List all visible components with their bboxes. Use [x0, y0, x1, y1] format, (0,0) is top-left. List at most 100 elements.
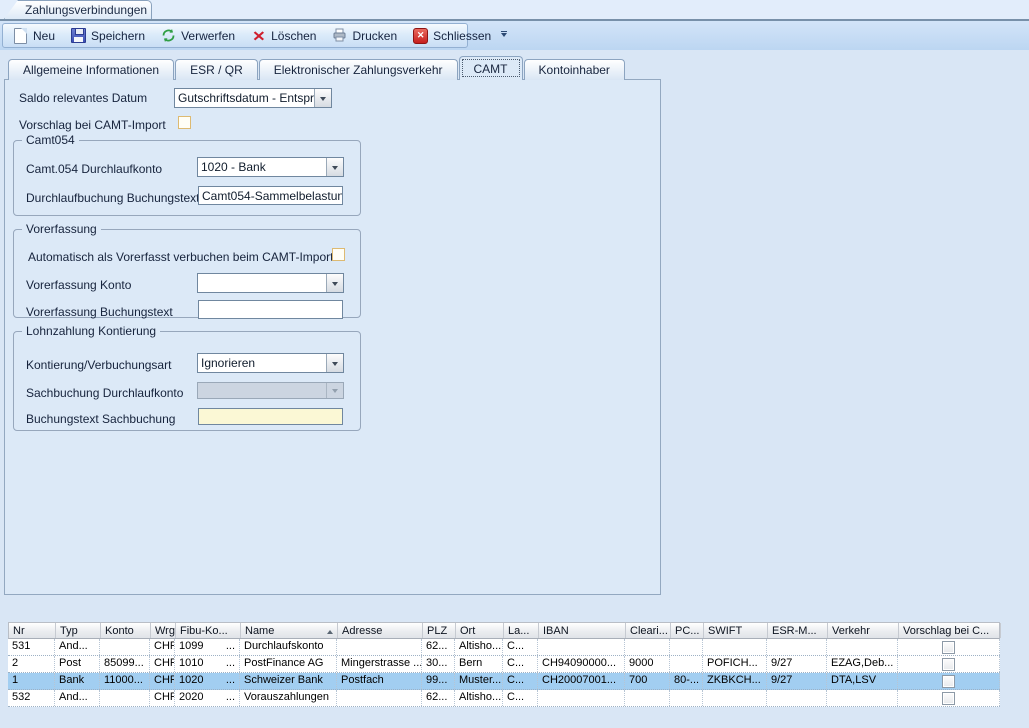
column-header-name[interactable]: Name — [241, 623, 338, 638]
sachbuchung-konto-combo — [197, 382, 344, 399]
tab-kontoinhaber[interactable]: Kontoinhaber — [524, 59, 625, 80]
column-header-vorschlagbeic[interactable]: Vorschlag bei C... — [899, 623, 1001, 638]
column-header-esrm[interactable]: ESR-M... — [768, 623, 828, 638]
saldo-datum-label: Saldo relevantes Datum — [19, 91, 147, 105]
table-cell: Mingerstrasse ... — [337, 656, 422, 672]
row-checkbox[interactable] — [942, 641, 955, 654]
column-header-label: Nr — [13, 625, 25, 637]
discard-button[interactable]: Verwerfen — [153, 25, 243, 47]
column-header-konto[interactable]: Konto — [101, 623, 151, 638]
table-cell: CHF — [150, 673, 175, 689]
camt-tab-page: Saldo relevantes Datum Gutschriftsdatum … — [4, 79, 661, 595]
durchlaufbuchung-input[interactable]: Camt054-Sammelbelastung/G — [198, 186, 343, 205]
delete-icon: ✕ — [251, 28, 266, 43]
table-cell: 532 — [8, 690, 55, 706]
table-cell — [625, 639, 670, 655]
column-header-wrg[interactable]: Wrg — [151, 623, 176, 638]
payment-connections-grid: Nr TypKonto WrgFibu-Ko...Name Adresse PLZOrt… — [8, 622, 1000, 707]
save-button[interactable]: Speichern — [63, 25, 153, 47]
table-row[interactable]: 1Bank11000...CHF1020...Schweizer BankPos… — [8, 673, 1000, 690]
row-checkbox[interactable] — [942, 692, 955, 705]
table-cell-vorschlag — [898, 673, 1000, 689]
saldo-datum-combo[interactable]: Gutschriftsdatum - Entsprich — [174, 88, 332, 108]
page-tab-strip: Allgemeine Informationen ESR / QR Elektr… — [8, 59, 625, 80]
chevron-down-icon — [332, 389, 338, 396]
buchungstext-sachbuchung-input[interactable] — [198, 408, 343, 425]
table-cell: POFICH... — [703, 656, 767, 672]
close-button[interactable]: ✕ Schliessen — [405, 25, 499, 47]
column-header-label: Cleari... — [630, 625, 668, 637]
table-cell: 85099... — [100, 656, 150, 672]
table-cell: Altisho... — [455, 690, 503, 706]
new-button[interactable]: Neu — [5, 25, 63, 47]
table-cell — [767, 639, 827, 655]
column-header-verkehr[interactable]: Verkehr — [828, 623, 899, 638]
column-header-swift[interactable]: SWIFT — [704, 623, 768, 638]
table-cell: 11000... — [100, 673, 150, 689]
column-header-label: ESR-M... — [772, 625, 817, 637]
column-header-cleari[interactable]: Cleari... — [626, 623, 671, 638]
row-checkbox[interactable] — [942, 658, 955, 671]
table-row[interactable]: 532And...CHF2020...Vorauszahlungen62...A… — [8, 690, 1000, 707]
tab-close-icon[interactable]: ✕ — [161, 5, 169, 16]
column-header-nr[interactable]: Nr — [9, 623, 56, 638]
column-header-label: La... — [508, 625, 529, 637]
table-cell: Schweizer Bank — [240, 673, 337, 689]
print-button[interactable]: Drucken — [324, 25, 405, 47]
column-header-la[interactable]: La... — [504, 623, 539, 638]
column-header-fibuko[interactable]: Fibu-Ko... — [176, 623, 241, 638]
document-tab-title: Zahlungsverbindungen — [25, 3, 147, 17]
tab-elektronischer-zahlungsverkehr[interactable]: Elektronischer Zahlungsverkehr — [259, 59, 458, 80]
table-cell: CH94090000... — [538, 656, 625, 672]
table-cell: Altisho... — [455, 639, 503, 655]
table-cell — [100, 690, 150, 706]
printer-icon — [332, 28, 347, 43]
saldo-datum-dropdown-button[interactable] — [314, 89, 331, 107]
table-cell: 80-... — [670, 673, 703, 689]
table-cell: Postfach — [337, 673, 422, 689]
column-header-label: IBAN — [543, 625, 569, 637]
verbuchungsart-dropdown-button[interactable] — [326, 354, 343, 372]
durchlaufkonto-dropdown-button[interactable] — [326, 158, 343, 176]
camt054-group: Camt054 Camt.054 Durchlaufkonto 1020 - B… — [13, 140, 361, 216]
column-header-adresse[interactable]: Adresse — [338, 623, 423, 638]
chevron-down-icon — [332, 166, 338, 173]
auto-vorerfasst-checkbox[interactable] — [332, 248, 345, 261]
table-cell — [337, 639, 422, 655]
close-window-icon: ✕ — [413, 28, 428, 43]
tab-camt[interactable]: CAMT — [459, 56, 523, 80]
vorerfassung-konto-combo[interactable] — [197, 273, 344, 293]
column-header-label: Verkehr — [832, 625, 870, 637]
verbuchungsart-value: Ignorieren — [198, 354, 326, 372]
column-header-label: Wrg — [155, 625, 175, 637]
buchungstext-sachbuchung-label: Buchungstext Sachbuchung — [26, 412, 175, 426]
table-row[interactable]: 2Post85099...CHF1010...PostFinance AGMin… — [8, 656, 1000, 673]
column-header-label: Adresse — [342, 625, 382, 637]
table-cell: Post — [55, 656, 100, 672]
table-cell: 1 — [8, 673, 55, 689]
tab-allgemeine-informationen[interactable]: Allgemeine Informationen — [8, 59, 174, 80]
vorerfassung-konto-dropdown-button[interactable] — [326, 274, 343, 292]
table-row[interactable]: 531And...CHF1099...Durchlaufskonto62...A… — [8, 639, 1000, 656]
toolbar-overflow-chevron-icon[interactable] — [501, 25, 507, 47]
row-checkbox[interactable] — [942, 675, 955, 688]
column-header-pc[interactable]: PC... — [671, 623, 704, 638]
table-cell — [100, 639, 150, 655]
column-header-typ[interactable]: Typ — [56, 623, 101, 638]
vorerfassung-buchungstext-input[interactable] — [198, 300, 343, 319]
verbuchungsart-combo[interactable]: Ignorieren — [197, 353, 344, 373]
table-cell: Durchlaufskonto — [240, 639, 337, 655]
table-cell — [767, 690, 827, 706]
document-tab[interactable]: Zahlungsverbindungen ✕ — [4, 0, 152, 19]
column-header-plz[interactable]: PLZ — [423, 623, 456, 638]
new-document-icon — [13, 28, 28, 43]
table-cell: 62... — [422, 639, 455, 655]
vorschlag-camt-checkbox[interactable] — [178, 116, 191, 129]
durchlaufkonto-combo[interactable]: 1020 - Bank — [197, 157, 344, 177]
print-button-label: Drucken — [352, 29, 397, 43]
delete-button[interactable]: ✕ Löschen — [243, 25, 324, 47]
tab-esr-qr[interactable]: ESR / QR — [175, 59, 258, 80]
table-cell — [703, 690, 767, 706]
column-header-iban[interactable]: IBAN — [539, 623, 626, 638]
column-header-ort[interactable]: Ort — [456, 623, 504, 638]
